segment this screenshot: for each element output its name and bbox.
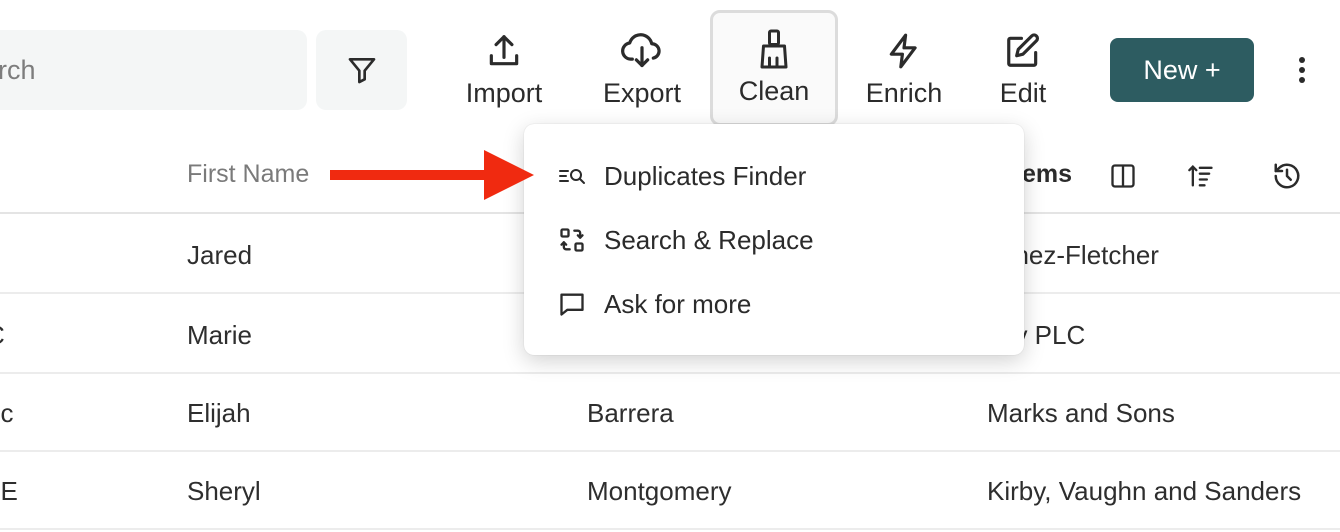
- menu-item-duplicates-finder[interactable]: Duplicates Finder: [524, 144, 1024, 208]
- upload-icon: [489, 35, 519, 66]
- enrich-button[interactable]: Enrich: [850, 12, 958, 122]
- more-options-button[interactable]: [1284, 48, 1320, 92]
- edit-icon: [1007, 33, 1039, 67]
- menu-item-search-replace[interactable]: Search & Replace: [524, 208, 1024, 272]
- columns-toggle-button[interactable]: [1108, 160, 1138, 192]
- import-button[interactable]: Import: [452, 12, 556, 122]
- cell-last-name: Barrera: [587, 398, 674, 428]
- history-button[interactable]: [1272, 160, 1302, 192]
- cell-first-name: Elijah: [187, 398, 251, 428]
- annotation-arrow: [330, 150, 534, 200]
- chat-bubble-icon: [560, 293, 584, 316]
- sort-button[interactable]: [1186, 160, 1216, 192]
- column-header-first-name[interactable]: First Name: [187, 160, 309, 189]
- cloud-download-icon: [621, 33, 661, 68]
- cell-company: Kirby, Vaughn and Sanders: [987, 476, 1302, 506]
- cell-company: Marks and Sons: [987, 398, 1175, 428]
- filter-button[interactable]: [316, 30, 407, 110]
- search-replace-icon: [560, 228, 584, 252]
- search-box[interactable]: [0, 30, 307, 110]
- menu-item-label: Duplicates Finder: [604, 160, 807, 191]
- new-button[interactable]: New +: [1110, 38, 1254, 102]
- export-label: Export: [602, 78, 682, 108]
- cell-id: C: [0, 320, 5, 351]
- import-label: Import: [465, 78, 543, 108]
- clean-button[interactable]: Clean: [710, 10, 838, 126]
- export-button[interactable]: Export: [590, 12, 694, 122]
- cell-id: 6E: [0, 476, 18, 506]
- lightning-icon: [889, 33, 917, 69]
- cell-last-name: Montgomery: [587, 476, 732, 506]
- menu-item-label: Ask for more: [604, 288, 752, 319]
- edit-button[interactable]: Edit: [982, 12, 1064, 122]
- cell-id: 9c: [0, 398, 14, 428]
- enrich-label: Enrich: [865, 78, 943, 108]
- history-icon: [1274, 163, 1300, 189]
- cell-first-name: Sheryl: [187, 476, 261, 506]
- filter-icon: [348, 58, 375, 84]
- clean-label: Clean: [738, 76, 810, 106]
- broom-icon: [760, 29, 788, 69]
- table-row[interactable]: 9c Elijah Barrera Marks and Sons: [0, 374, 1340, 452]
- cell-first-name: Jared: [187, 240, 253, 270]
- duplicates-search-icon: [559, 169, 585, 184]
- columns-icon: [1111, 164, 1135, 188]
- sort-icon: [1188, 165, 1213, 187]
- vertical-dots-icon: [1299, 57, 1305, 83]
- edit-label: Edit: [999, 78, 1047, 108]
- column-header-company[interactable]: ems: [1022, 160, 1072, 189]
- new-button-label: New +: [1143, 54, 1221, 85]
- table-row[interactable]: 6E Sheryl Montgomery Kirby, Vaughn and S…: [0, 452, 1340, 530]
- menu-item-label: Search & Replace: [604, 224, 814, 255]
- clean-dropdown-menu: Duplicates Finder Search & Replace Ask f…: [524, 124, 1024, 355]
- cell-first-name: Marie: [187, 320, 253, 350]
- menu-item-ask-for-more[interactable]: Ask for more: [524, 272, 1024, 336]
- search-input[interactable]: [0, 30, 300, 110]
